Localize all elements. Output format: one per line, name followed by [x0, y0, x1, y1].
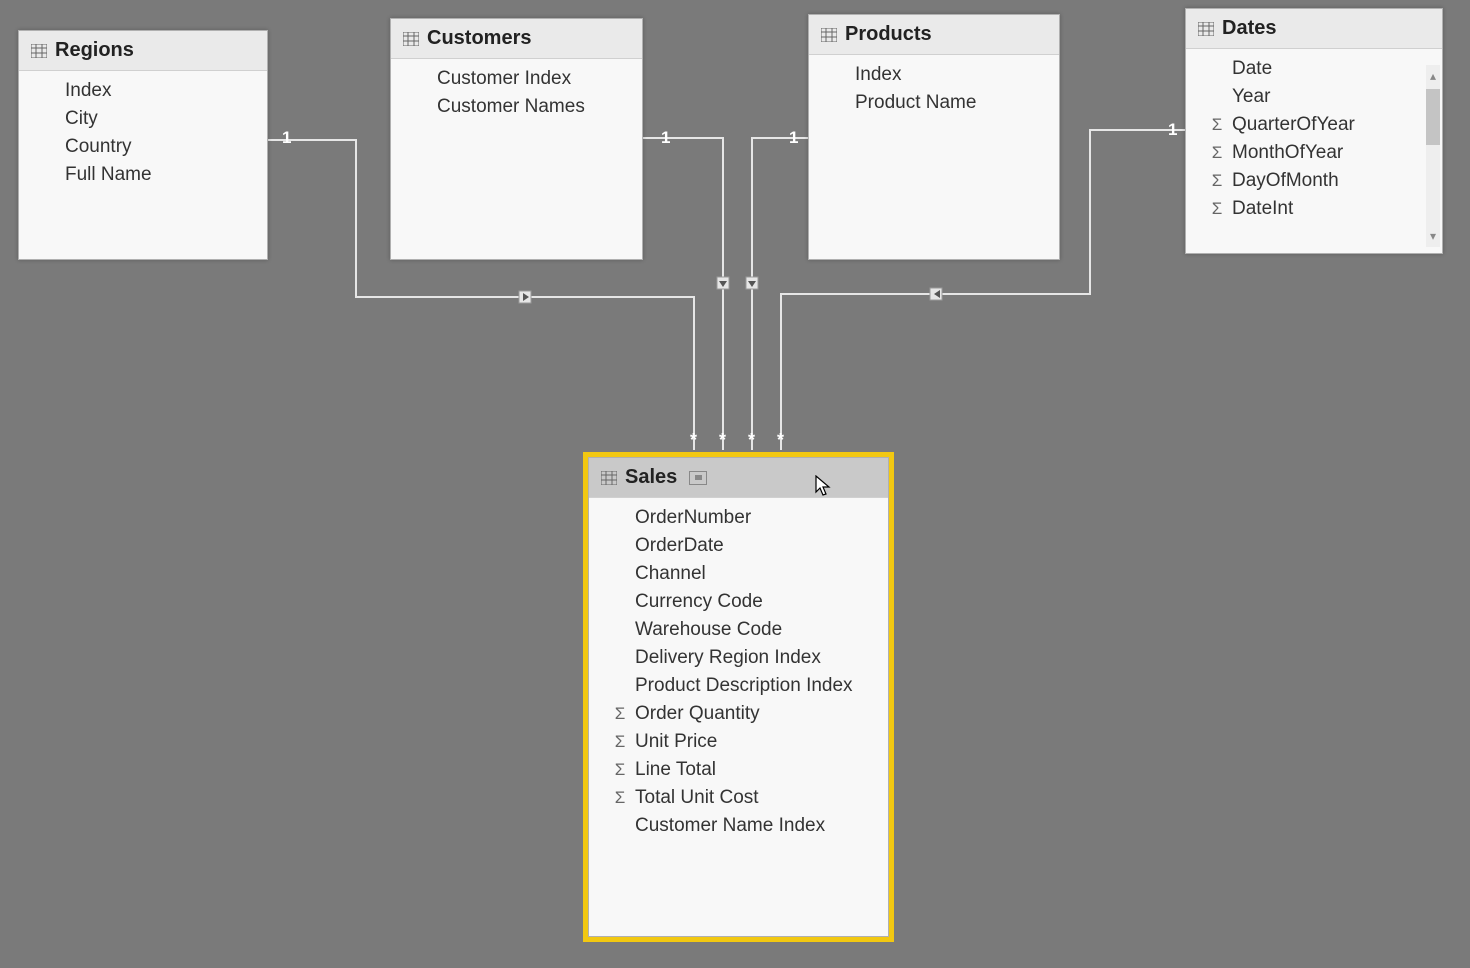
field[interactable]: Warehouse Code — [589, 616, 888, 644]
table-header[interactable]: Dates — [1186, 9, 1442, 49]
table-title: Regions — [55, 39, 134, 62]
sigma-icon: Σ — [611, 788, 629, 808]
scroll-down-icon[interactable]: ▾ — [1426, 227, 1440, 245]
table-header[interactable]: Sales — [589, 458, 888, 498]
field[interactable]: Channel — [589, 560, 888, 588]
table-title: Dates — [1222, 17, 1276, 40]
field[interactable]: ΣDayOfMonth — [1186, 167, 1442, 195]
field[interactable]: ΣMonthOfYear — [1186, 139, 1442, 167]
table-title: Sales — [625, 466, 677, 489]
field[interactable]: ΣLine Total — [589, 756, 888, 784]
sigma-icon: Σ — [1208, 199, 1226, 219]
field[interactable]: Product Name — [809, 89, 1059, 117]
table-header[interactable]: Products — [809, 15, 1059, 55]
table-sales[interactable]: Sales OrderNumber OrderDate Channel Curr… — [588, 457, 889, 937]
table-icon — [601, 471, 617, 485]
model-canvas[interactable]: 1 1 1 1 * * * * Regions Index City Count… — [0, 0, 1470, 968]
table-icon — [821, 28, 837, 42]
svg-text:*: * — [690, 430, 697, 450]
field[interactable]: Index — [809, 61, 1059, 89]
field[interactable]: Currency Code — [589, 588, 888, 616]
field[interactable]: Customer Names — [391, 93, 642, 121]
scroll-up-icon[interactable]: ▴ — [1426, 67, 1440, 85]
table-products[interactable]: Products Index Product Name — [808, 14, 1060, 260]
sigma-icon: Σ — [1208, 115, 1226, 135]
svg-text:*: * — [748, 430, 755, 450]
svg-text:1: 1 — [1168, 120, 1177, 139]
svg-text:1: 1 — [282, 128, 291, 147]
field[interactable]: Delivery Region Index — [589, 644, 888, 672]
field[interactable]: OrderNumber — [589, 504, 888, 532]
svg-text:*: * — [777, 430, 784, 450]
table-header[interactable]: Regions — [19, 31, 267, 71]
table-icon — [1198, 22, 1214, 36]
field[interactable]: Date — [1186, 55, 1442, 83]
field[interactable]: ΣQuarterOfYear — [1186, 111, 1442, 139]
svg-text:1: 1 — [661, 128, 670, 147]
sigma-icon: Σ — [1208, 143, 1226, 163]
table-title: Products — [845, 23, 932, 46]
field[interactable]: Customer Index — [391, 65, 642, 93]
field[interactable]: Full Name — [19, 161, 267, 189]
table-title: Customers — [427, 27, 531, 50]
field[interactable]: Index — [19, 77, 267, 105]
field[interactable]: ΣUnit Price — [589, 728, 888, 756]
table-header[interactable]: Customers — [391, 19, 642, 59]
expand-icon[interactable] — [689, 471, 707, 485]
field[interactable]: City — [19, 105, 267, 133]
scrollbar[interactable]: ▴ ▾ — [1426, 65, 1440, 247]
svg-text:*: * — [719, 430, 726, 450]
sigma-icon: Σ — [611, 704, 629, 724]
field[interactable]: ΣOrder Quantity — [589, 700, 888, 728]
table-regions[interactable]: Regions Index City Country Full Name — [18, 30, 268, 260]
table-dates[interactable]: Dates Date Year ΣQuarterOfYear ΣMonthOfY… — [1185, 8, 1443, 254]
field[interactable]: ΣDateInt — [1186, 195, 1442, 223]
field[interactable]: Year — [1186, 83, 1442, 111]
field[interactable]: Product Description Index — [589, 672, 888, 700]
field[interactable]: ΣTotal Unit Cost — [589, 784, 888, 812]
scroll-thumb[interactable] — [1426, 89, 1440, 145]
sigma-icon: Σ — [611, 760, 629, 780]
table-icon — [31, 44, 47, 58]
table-icon — [403, 32, 419, 46]
table-customers[interactable]: Customers Customer Index Customer Names — [390, 18, 643, 260]
field[interactable]: OrderDate — [589, 532, 888, 560]
sigma-icon: Σ — [611, 732, 629, 752]
sigma-icon: Σ — [1208, 171, 1226, 191]
svg-text:1: 1 — [789, 128, 798, 147]
field[interactable]: Customer Name Index — [589, 812, 888, 840]
field[interactable]: Country — [19, 133, 267, 161]
